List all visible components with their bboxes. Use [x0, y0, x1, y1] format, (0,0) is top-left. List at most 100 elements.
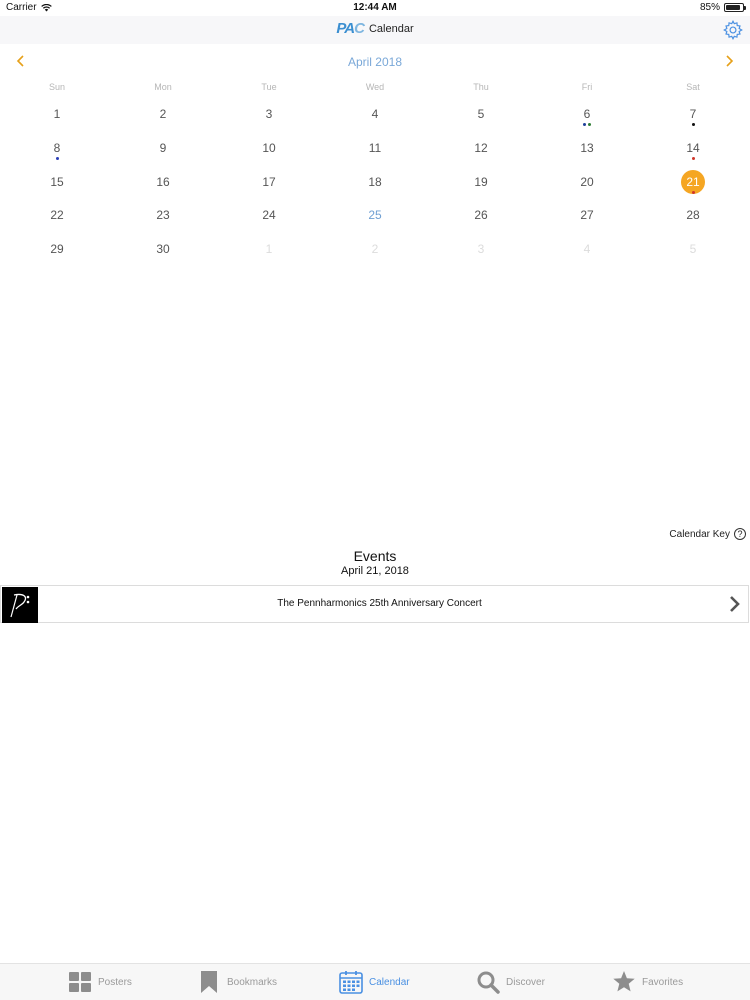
- event-indicator: [534, 123, 640, 126]
- calendar-day[interactable]: 6: [534, 98, 640, 132]
- event-row[interactable]: The Pennharmonics 25th Anniversary Conce…: [0, 585, 749, 623]
- calendar-day[interactable]: 8: [4, 132, 110, 166]
- event-indicator: [640, 123, 746, 126]
- tab-bookmarks[interactable]: Bookmarks: [197, 970, 277, 994]
- battery-icon: [724, 3, 746, 12]
- tab-favorites[interactable]: Favorites: [612, 970, 683, 994]
- calendar-day[interactable]: 2: [110, 98, 216, 132]
- day-number: 23: [156, 208, 170, 223]
- calendar-day[interactable]: 7: [640, 98, 746, 132]
- day-number: 11: [368, 140, 382, 155]
- calendar-day[interactable]: 23: [110, 199, 216, 233]
- day-number: 4: [583, 242, 591, 257]
- day-number: 12: [474, 140, 488, 155]
- month-title: April 2018: [347, 55, 403, 69]
- calendar-day[interactable]: 16: [110, 166, 216, 200]
- tab-label: Posters: [98, 976, 132, 988]
- calendar-day: 3: [428, 233, 534, 267]
- weekday-label: Sun: [48, 82, 65, 92]
- grid-icon: [69, 972, 91, 992]
- calendar-day[interactable]: 30: [110, 233, 216, 267]
- calendar-day[interactable]: 11: [322, 132, 428, 166]
- calendar-day[interactable]: 14: [640, 132, 746, 166]
- status-time: 12:44 AM: [353, 2, 397, 13]
- chevron-right-icon: [730, 596, 740, 612]
- day-number: 16: [156, 174, 170, 189]
- event-dot: [55, 156, 59, 160]
- tab-label: Calendar: [369, 976, 410, 988]
- calendar-day[interactable]: 19: [428, 166, 534, 200]
- weekday-label: Sat: [686, 82, 700, 92]
- day-number: 22: [50, 208, 64, 223]
- calendar-day[interactable]: 18: [322, 166, 428, 200]
- event-dot: [691, 123, 695, 126]
- calendar-day[interactable]: 3: [216, 98, 322, 132]
- calendar-day[interactable]: 12: [428, 132, 534, 166]
- tab-posters[interactable]: Posters: [68, 970, 132, 994]
- calendar-day[interactable]: 9: [110, 132, 216, 166]
- calendar-day: 5: [640, 233, 746, 267]
- calendar-day-selected[interactable]: 21: [640, 166, 746, 200]
- day-number: 5: [689, 242, 697, 257]
- calendar-day[interactable]: 10: [216, 132, 322, 166]
- tab-calendar[interactable]: Calendar: [339, 970, 410, 994]
- day-number: 28: [686, 208, 700, 223]
- calendar-day[interactable]: 20: [534, 166, 640, 200]
- tab-label: Bookmarks: [227, 976, 278, 988]
- calendar-day[interactable]: 28: [640, 199, 746, 233]
- calendar-key-label: Calendar Key: [669, 528, 730, 540]
- calendar-day[interactable]: 1: [4, 98, 110, 132]
- calendar-day[interactable]: 5: [428, 98, 534, 132]
- day-number: 15: [50, 174, 64, 189]
- weekday-label: Mon: [154, 82, 172, 92]
- day-number: 10: [262, 140, 276, 155]
- tab-label: Favorites: [642, 976, 684, 988]
- nav-bar: PAC Calendar: [0, 16, 750, 44]
- nav-title: Calendar: [368, 22, 414, 35]
- day-number: 2: [159, 107, 167, 121]
- help-icon: ?: [734, 528, 746, 540]
- gear-icon[interactable]: [722, 19, 744, 41]
- calendar-day[interactable]: 26: [428, 199, 534, 233]
- tab-label: Discover: [506, 976, 545, 988]
- calendar-day[interactable]: 13: [534, 132, 640, 166]
- calendar-icon: [339, 971, 363, 994]
- event-indicator: [4, 156, 110, 160]
- calendar-key-button[interactable]: Calendar Key ?: [669, 528, 746, 540]
- day-number: 20: [580, 174, 594, 189]
- calendar-day[interactable]: 24: [216, 199, 322, 233]
- battery-percent: 85%: [699, 2, 720, 13]
- event-indicator: [640, 156, 746, 160]
- day-number: 3: [265, 107, 273, 121]
- weekday-label: Thu: [473, 82, 489, 92]
- bookmark-icon: [201, 971, 217, 993]
- calendar-day[interactable]: 22: [4, 199, 110, 233]
- weekday-label: Tue: [261, 82, 277, 92]
- events-date: April 21, 2018: [341, 565, 409, 577]
- event-dot: [583, 123, 586, 126]
- day-number: 30: [156, 242, 170, 257]
- day-number: 13: [580, 140, 594, 155]
- events-title: Events: [353, 548, 397, 564]
- day-number: 26: [474, 208, 488, 223]
- event-indicator: [640, 190, 746, 194]
- weekday-header: Sun Mon Tue Wed Thu Fri Sat: [4, 82, 746, 92]
- calendar-day[interactable]: 29: [4, 233, 110, 267]
- tab-discover[interactable]: Discover: [476, 970, 545, 994]
- calendar-day-today[interactable]: 25: [322, 199, 428, 233]
- battery-info: 85%: [699, 2, 746, 13]
- search-icon: [477, 971, 500, 994]
- calendar-day[interactable]: 17: [216, 166, 322, 200]
- status-bar: Carrier 12:44 AM 85%: [0, 0, 750, 16]
- day-number: 2: [371, 242, 379, 257]
- month-header: April 2018: [0, 50, 750, 74]
- chevron-right-icon[interactable]: [722, 54, 736, 68]
- day-number: 17: [262, 174, 276, 189]
- day-number: 27: [580, 208, 594, 223]
- calendar-day[interactable]: 15: [4, 166, 110, 200]
- calendar-day[interactable]: 4: [322, 98, 428, 132]
- event-title: The Pennharmonics 25th Anniversary Conce…: [277, 598, 482, 609]
- day-number: 3: [477, 242, 485, 257]
- day-number: 1: [265, 242, 273, 257]
- calendar-day[interactable]: 27: [534, 199, 640, 233]
